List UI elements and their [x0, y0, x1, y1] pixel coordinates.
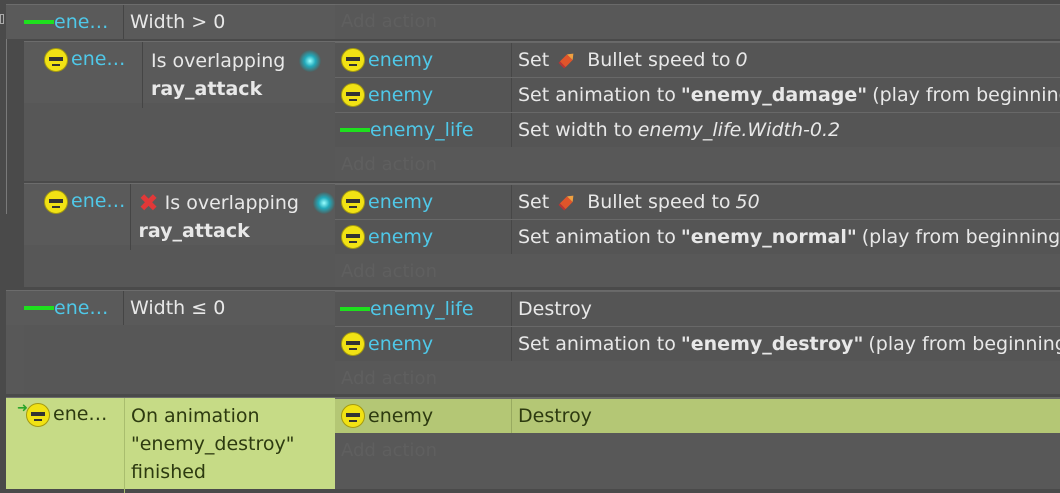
condition-object: ene…: [54, 297, 109, 319]
condition-object: ene…: [71, 190, 126, 212]
condition-object: ene…: [54, 11, 109, 33]
action-text: Set animation to "enemy_normal" (play from…: [518, 226, 1060, 248]
bullet-icon: [558, 53, 574, 69]
enemy-face-icon: [341, 332, 365, 356]
action-object: enemy_life: [370, 298, 474, 320]
condition-text: Is overlapping: [151, 50, 286, 72]
green-bar-icon: [24, 20, 54, 24]
action-text: Set animation to "enemy_destroy" (play fro…: [518, 333, 1060, 355]
add-action-link[interactable]: Add action: [341, 154, 437, 175]
action-row[interactable]: enemy Set Bullet speed to 50: [335, 184, 1060, 219]
enemy-face-icon: [26, 403, 50, 427]
add-action-link[interactable]: Add action: [341, 368, 437, 389]
bullet-icon: [558, 195, 574, 211]
event-condition[interactable]: ene… Is overlapping ray_attack: [24, 41, 335, 108]
condition-text: Width ≤ 0: [130, 297, 226, 319]
action-object: enemy: [368, 405, 434, 427]
add-action-link[interactable]: Add action: [341, 11, 437, 32]
condition-param: ray_attack: [138, 220, 250, 242]
add-action-link[interactable]: Add action: [341, 440, 437, 461]
enemy-face-icon: [44, 190, 68, 214]
condition-object: ene…: [53, 403, 108, 425]
action-text: Destroy: [518, 298, 592, 320]
action-object: enemy: [368, 333, 434, 355]
condition-param: ray_attack: [151, 78, 263, 100]
action-text: Set Bullet speed to 0: [518, 49, 748, 71]
ray-attack-icon: [313, 192, 335, 214]
enemy-face-icon: [341, 225, 365, 249]
action-object: enemy: [368, 84, 434, 106]
event-condition-selected[interactable]: ➜ ene… On animation "enemy_destroy" fini…: [6, 397, 335, 493]
action-text: Set animation to "enemy_damage" (play from…: [518, 84, 1060, 106]
inverted-condition-icon: ✖: [138, 189, 159, 217]
action-text: Set width to enemy_life.Width-0.2: [518, 119, 841, 141]
ray-attack-icon: [299, 50, 322, 72]
action-object: enemy_life: [370, 119, 474, 141]
enemy-face-icon: [44, 48, 68, 72]
action-row[interactable]: enemy Set animation to "enemy_normal" (pla…: [335, 219, 1060, 254]
condition-object: ene…: [71, 48, 126, 70]
event-condition[interactable]: ene… Width ≤ 0: [6, 290, 335, 325]
action-object: enemy: [368, 226, 434, 248]
green-bar-icon: [24, 306, 54, 310]
tree-line: [6, 12, 7, 214]
add-action-link[interactable]: Add action: [341, 261, 437, 282]
event-condition[interactable]: ene… Width > 0: [6, 4, 335, 39]
action-row[interactable]: enemy Set Bullet speed to 0: [335, 42, 1060, 77]
action-object: enemy: [368, 191, 434, 213]
action-row[interactable]: enemy_life Set width to enemy_life.Width-…: [335, 112, 1060, 147]
condition-text: On animation "enemy_destroy" finished: [131, 405, 295, 483]
action-row[interactable]: enemy Set animation to "enemy_destroy" (pl…: [335, 326, 1060, 361]
condition-text: Is overlapping: [164, 192, 299, 214]
green-bar-icon: [340, 128, 370, 132]
enemy-face-icon: [341, 404, 365, 428]
collapse-toggle[interactable]: [0, 14, 4, 24]
event-condition[interactable]: ene… ✖ Is overlapping ray_attack: [24, 183, 335, 250]
condition-text: Width > 0: [130, 11, 226, 33]
action-row[interactable]: enemy Set animation to "enemy_damage" (pla…: [335, 77, 1060, 112]
action-object: enemy: [368, 49, 434, 71]
green-bar-icon: [340, 307, 370, 311]
action-row-selected[interactable]: enemy Destroy: [335, 398, 1060, 433]
enemy-face-icon: [341, 48, 365, 72]
enemy-face-icon: [341, 83, 365, 107]
action-text: Set Bullet speed to 50: [518, 191, 760, 213]
action-text: Destroy: [518, 405, 592, 427]
enemy-face-icon: [341, 190, 365, 214]
action-row[interactable]: enemy_life Destroy: [335, 291, 1060, 326]
